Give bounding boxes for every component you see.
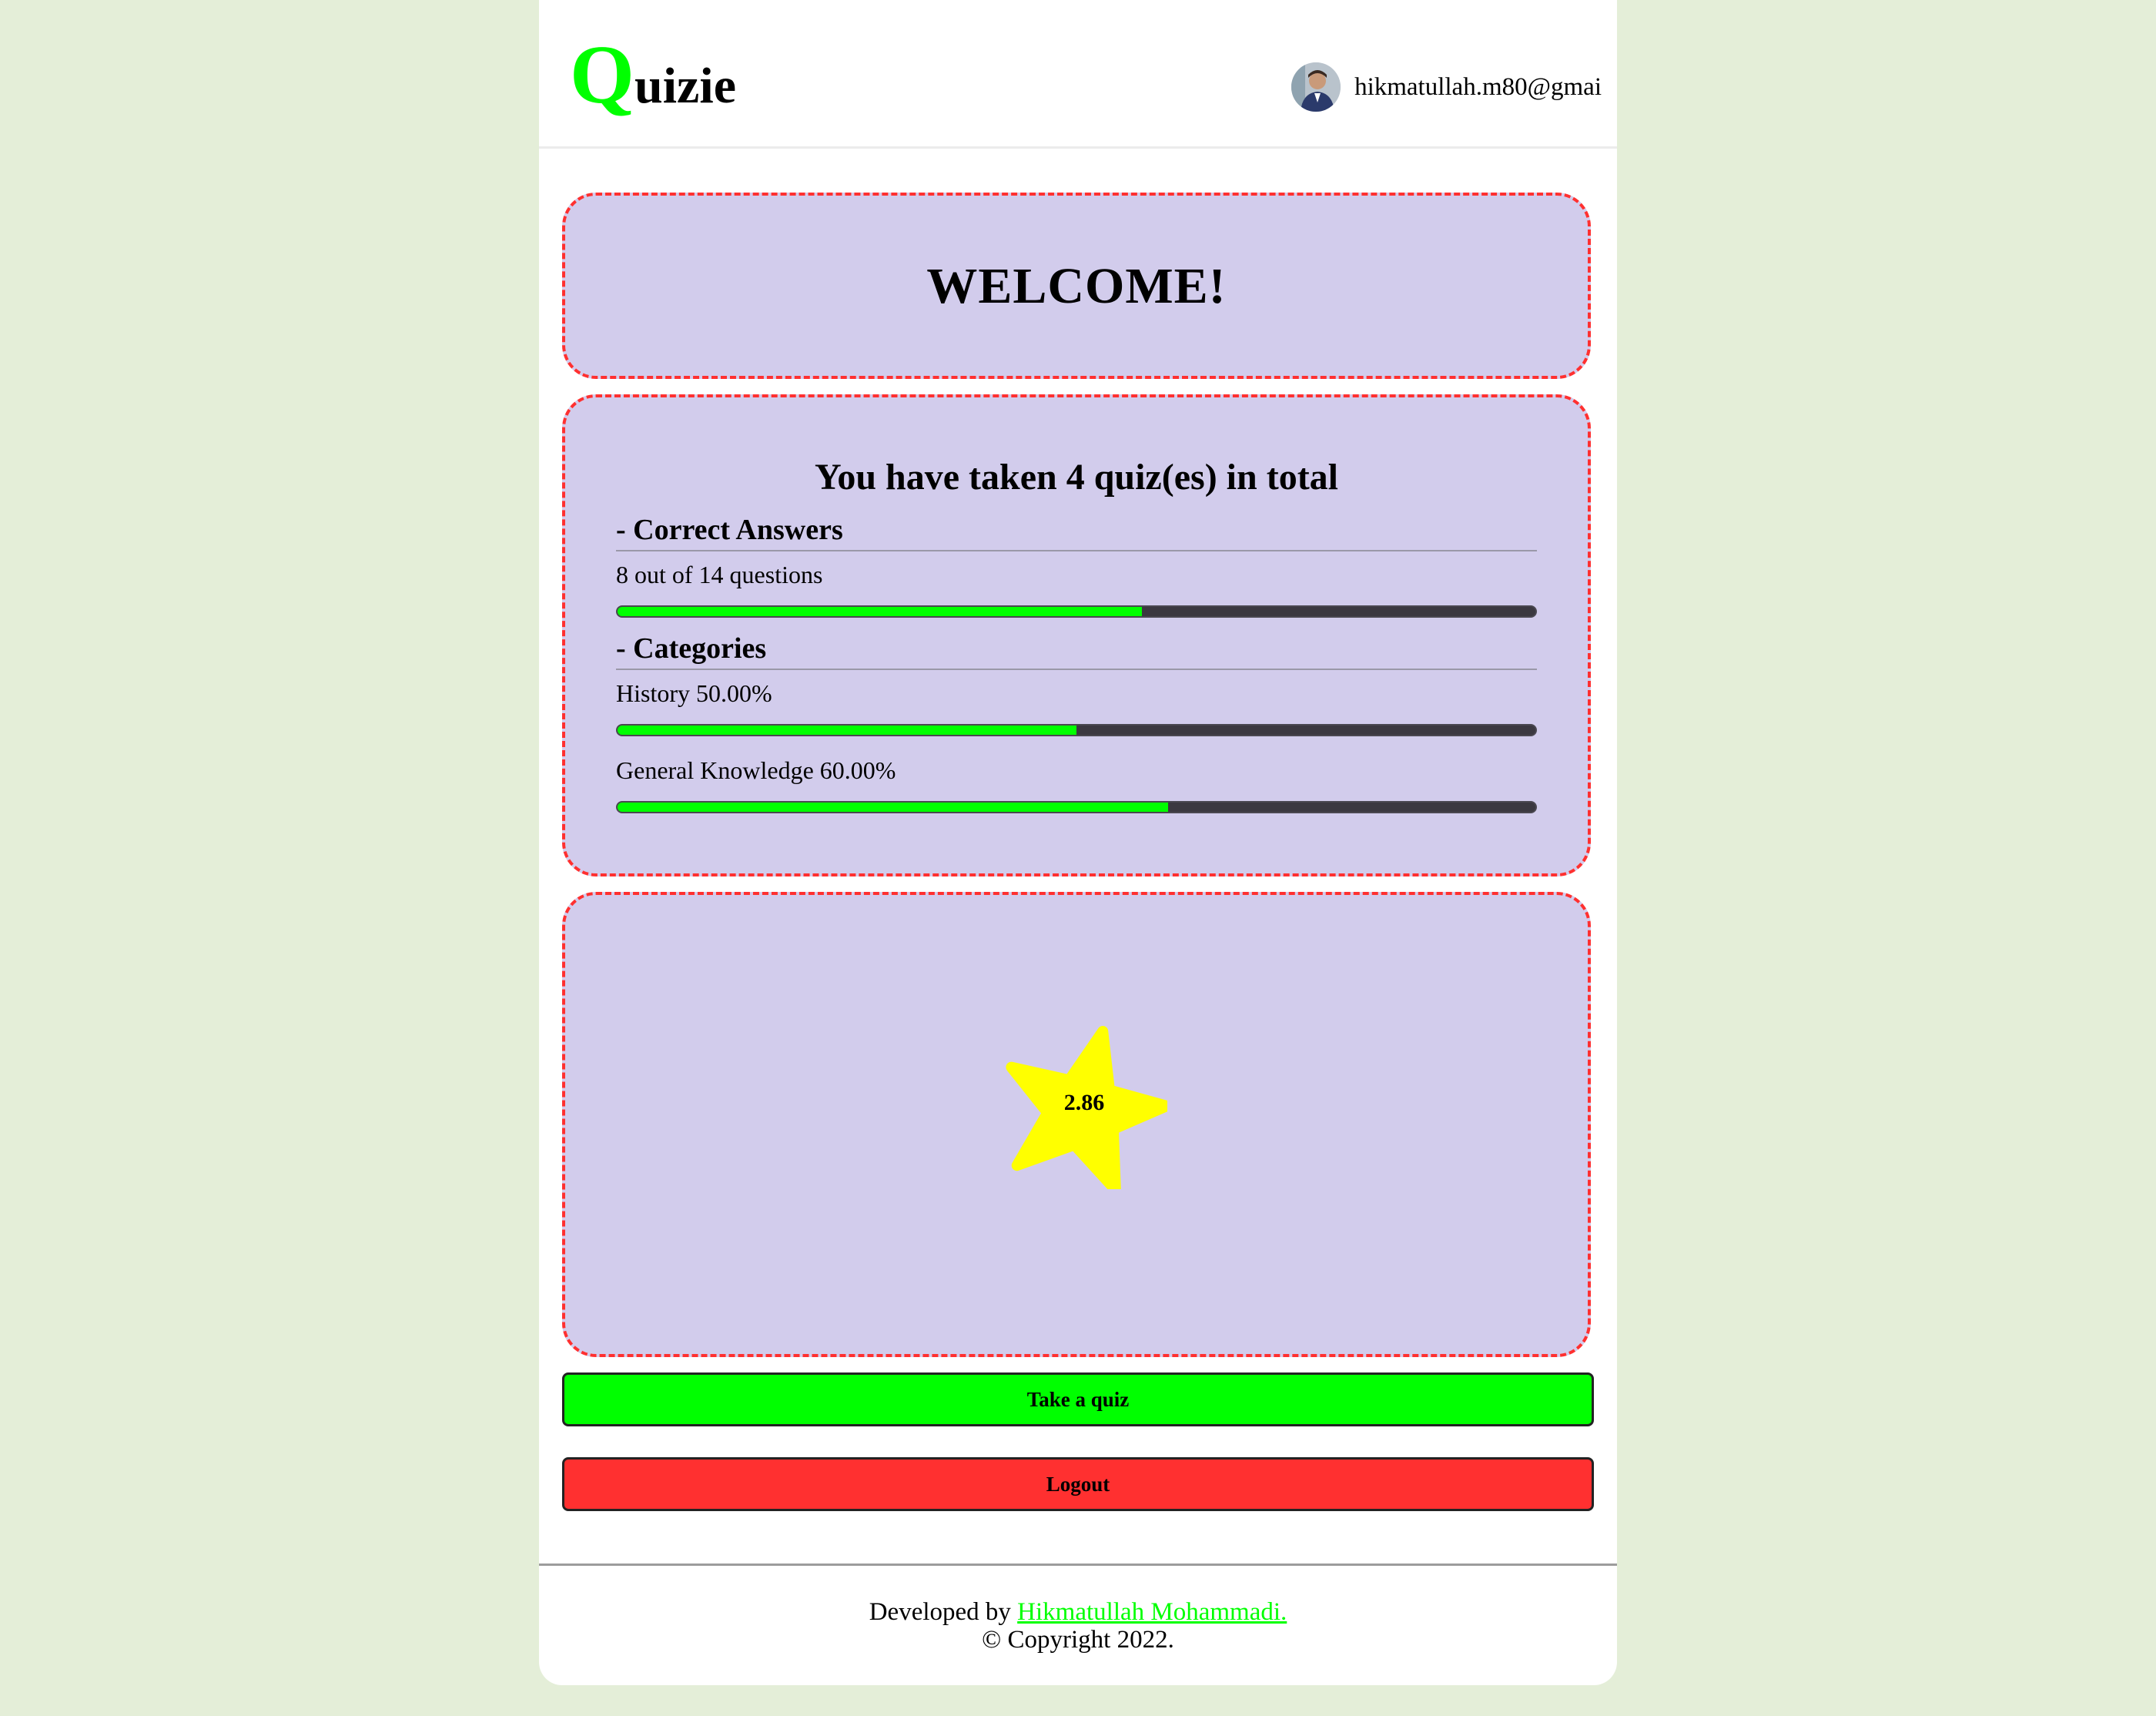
correct-answers-text: 8 out of 14 questions [616, 561, 823, 588]
footer-developed-by: Developed by [869, 1598, 1018, 1626]
correct-answers-progress-fill [618, 607, 1143, 616]
welcome-card: WELCOME! [562, 193, 1591, 379]
take-quiz-button[interactable]: Take a quiz [562, 1372, 1594, 1426]
category-progress-fill [618, 803, 1169, 812]
category-progress [616, 724, 1537, 736]
category-label: History 50.00% [616, 679, 772, 707]
categories-heading: - Categories [616, 632, 1537, 670]
developer-link[interactable]: Hikmatullah Mohammadi. [1017, 1598, 1287, 1626]
logout-button[interactable]: Logout [562, 1457, 1594, 1511]
correct-answers-progress [616, 605, 1537, 618]
avatar-image [1291, 62, 1341, 112]
footer-copyright: © Copyright 2022. [982, 1626, 1174, 1654]
user-email: hikmatullah.m80@gmai [1354, 72, 1602, 101]
header: Quizie hikmatullah.m80@gmai [539, 0, 1617, 149]
category-progress [616, 801, 1537, 813]
stats-title: You have taken 4 quiz(es) in total [814, 457, 1339, 498]
stats-card: You have taken 4 quiz(es) in total - Cor… [562, 394, 1591, 876]
category-progress-fill [618, 726, 1076, 735]
category-label: General Knowledge 60.00% [616, 756, 896, 784]
logo-initial: Q [570, 29, 635, 121]
rating-card: 2.86 [562, 892, 1591, 1357]
avatar[interactable] [1291, 62, 1341, 112]
footer: Developed by Hikmatullah Mohammadi. © Co… [539, 1564, 1617, 1681]
app-container: Quizie hikmatullah.m80@gmai WELCOME! You… [539, 0, 1617, 1685]
footer-credits: Developed by Hikmatullah Mohammadi. [539, 1598, 1617, 1626]
user-menu[interactable]: hikmatullah.m80@gmai [1291, 60, 1602, 114]
correct-answers-heading: - Correct Answers [616, 513, 1537, 551]
rating-value: 2.86 [1063, 1090, 1105, 1115]
logo[interactable]: Quizie [570, 34, 736, 117]
welcome-title: WELCOME! [926, 258, 1227, 314]
logo-text: uizie [634, 58, 736, 114]
